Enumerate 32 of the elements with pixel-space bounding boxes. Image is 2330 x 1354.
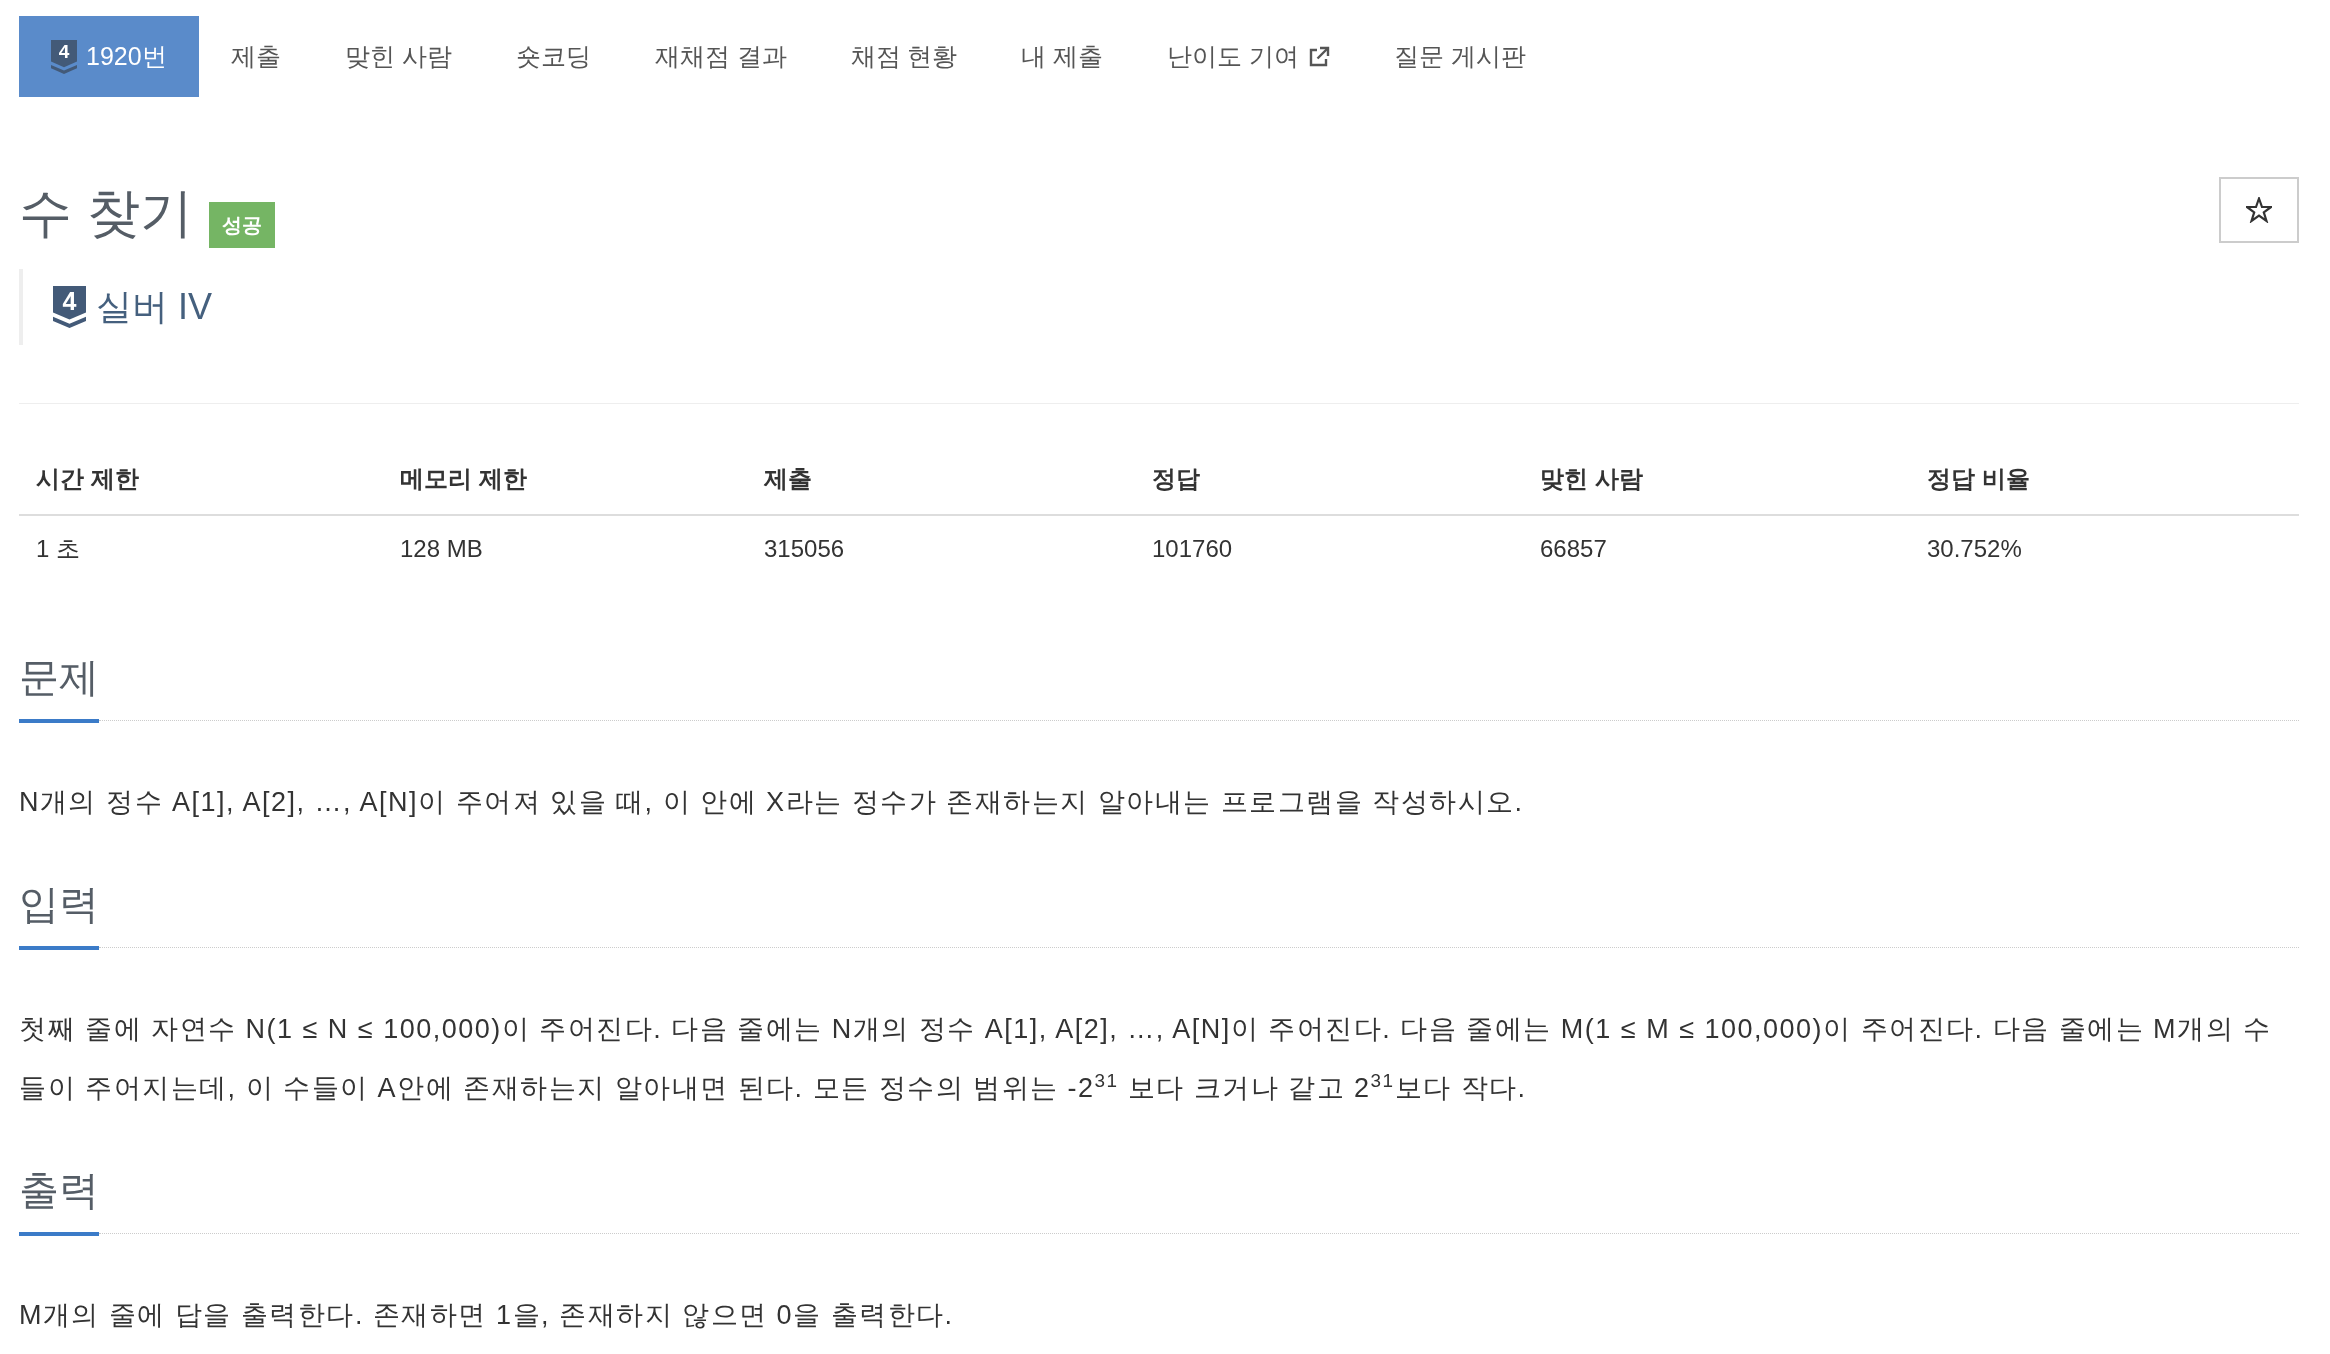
section-text: N개의 정수 A[1], A[2], …, A[N]이 주어져 있을 때, 이 안에 X라는 정수가 존재하는지 알아내는 프로그램을 작성하시오. [19, 786, 1525, 819]
nav-tab[interactable]: 4 1920번 [19, 16, 199, 97]
nav-tab[interactable]: 숏코딩 [483, 16, 623, 97]
section-heading: 입력 [19, 880, 99, 950]
nav-tab[interactable]: 질문 게시판 [1362, 16, 1559, 97]
section-heading: 출력 [19, 1166, 99, 1236]
section-text: 첫째 줄에 자연수 N(1 ≤ N ≤ 100,000)이 주어진다. 다음 줄에는 N개의 정수 A[1], A[2], …, A[N]이 주어진다. 다음 줄에는 M(1 ≤ M ≤ 100,000)이 주어진다. 다음 줄에는 M개의 수들이 주어지는데, 이 수들이 A안에 존재하는지 알아내면 된다. 모든 정수의 범위는 -2$^{31}$ 보다 크거나 같고 2$^{31}$보다 작다. [19, 1013, 2273, 1105]
nav-tab[interactable]: 채점 현황 [818, 16, 990, 97]
nav-tab[interactable]: 난이도 기여 [1135, 16, 1363, 97]
problem-title: 수 찾기 [19, 182, 193, 244]
section-heading: 문제 [19, 653, 99, 723]
column-header: 시간 제한 [19, 444, 383, 516]
column-header: 맞힌 사람 [1523, 444, 1910, 516]
table-cell-text: 66857 [1539, 534, 1608, 564]
table-cell-text: 101760 [1151, 534, 1234, 564]
table-cell-text: 128 MB [399, 534, 484, 564]
column-header: 정답 비율 [1910, 444, 2299, 516]
nav-tab[interactable]: 재채점 결과 [622, 16, 819, 97]
section-text: M개의 줄에 답을 출력한다. 존재하면 1을, 존재하지 않으면 0을 출력한다. [19, 1299, 955, 1332]
tier-label: 실버 IV [96, 284, 212, 329]
nav-tab[interactable]: 제출 [198, 16, 313, 97]
external-link-icon [1308, 45, 1331, 68]
nav-tab[interactable]: 내 제출 [989, 16, 1136, 97]
table-cell-text: 1 초 [35, 534, 81, 564]
table-cell-text: 30.752% [1926, 534, 2023, 564]
nav-tab[interactable]: 맞힌 사람 [312, 16, 484, 97]
column-header: 메모리 제한 [383, 444, 747, 516]
column-header: 제출 [747, 444, 1135, 516]
status-label: 성공 [208, 202, 275, 248]
star-button[interactable] [2219, 177, 2299, 243]
table-cell-text: 315056 [763, 534, 846, 564]
column-header: 정답 [1135, 444, 1523, 516]
